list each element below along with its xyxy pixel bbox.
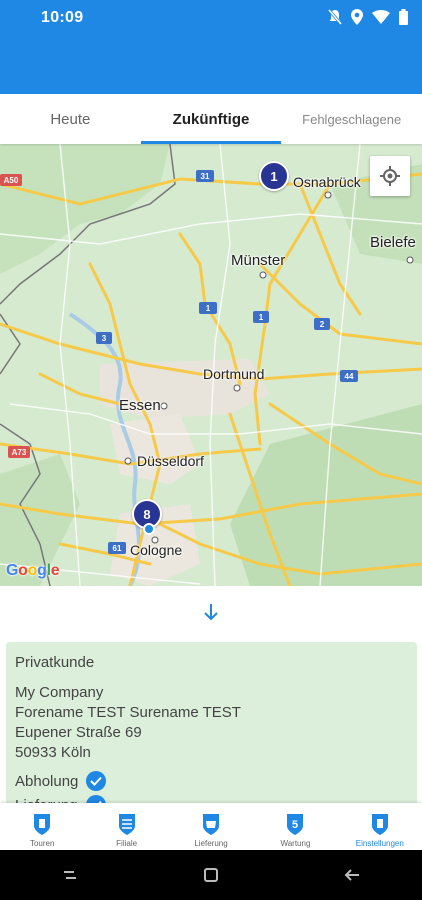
map-marker-stop[interactable]: 1: [259, 161, 289, 191]
route-icon: [34, 814, 51, 835]
nav-label: Wartung: [280, 839, 311, 848]
nav-label: Einstellungen: [355, 839, 404, 848]
nav-item-einstellungen[interactable]: Einstellungen: [338, 803, 422, 850]
recents-icon[interactable]: [60, 865, 80, 885]
nav-item-wartung[interactable]: 5 Wartung: [253, 803, 337, 850]
settings-icon: [371, 814, 388, 835]
service-label: Abholung: [15, 772, 79, 790]
nav-label: Filiale: [116, 839, 138, 848]
city-label-cologne: Cologne: [130, 542, 183, 558]
road-1-north: 1: [206, 304, 211, 313]
home-icon[interactable]: [201, 865, 221, 885]
road-3: 3: [102, 334, 107, 343]
customer-name: Forename TEST Surename TEST: [15, 704, 241, 721]
google-attribution: Google: [6, 562, 60, 579]
road-61: 61: [113, 544, 122, 553]
back-icon[interactable]: [342, 865, 362, 885]
service-abholung: Abholung: [15, 771, 107, 791]
nav-label: Lieferung: [194, 839, 228, 848]
arrow-down-icon[interactable]: [200, 601, 222, 623]
customer-type: Privatkunde: [15, 654, 95, 671]
my-location-button[interactable]: [370, 156, 410, 196]
road-a50: A50: [4, 176, 19, 185]
check-icon: [86, 771, 107, 791]
street-address: Eupener Straße 69: [15, 724, 142, 741]
road-a73: A73: [12, 448, 27, 457]
current-location-dot: [143, 523, 155, 535]
wifi-icon: [372, 10, 390, 24]
road-2: 2: [320, 320, 325, 329]
city-address: 50933 Köln: [15, 744, 91, 761]
status-bar: 10:09: [0, 0, 422, 36]
status-time: 10:09: [41, 9, 84, 26]
map-view[interactable]: A50 31 1 2 3 44 A73 61 1 Osnabrück Münst…: [0, 144, 422, 586]
bottom-navigation: Touren Filiale Lieferung 5 Wartung Einst…: [0, 803, 422, 850]
maintenance-icon: 5: [287, 814, 304, 835]
tab-zukuenftige[interactable]: Zukünftige: [140, 94, 282, 144]
mute-icon: [328, 9, 342, 25]
location-icon: [351, 9, 363, 25]
road-31: 31: [201, 172, 210, 181]
delivery-icon: [203, 814, 220, 835]
tab-bar: Heute Zukünftige Fehlgeschlagene: [0, 94, 422, 144]
road-1: 1: [259, 313, 264, 322]
road-44: 44: [345, 372, 354, 381]
city-label-essen: Essen: [119, 397, 161, 414]
nav-item-filiale[interactable]: Filiale: [84, 803, 168, 850]
city-label-muenster: Münster: [231, 252, 286, 269]
tab-heute[interactable]: Heute: [0, 94, 141, 144]
city-label-osnabrueck: Osnabrück: [293, 174, 361, 190]
nav-item-lieferung[interactable]: Lieferung: [169, 803, 253, 850]
crosshair-icon: [380, 166, 400, 186]
tab-fehlgeschlagene[interactable]: Fehlgeschlagene: [281, 94, 422, 144]
delivery-card[interactable]: Privatkunde My Company Forename TEST Sur…: [6, 642, 417, 812]
map-canvas: A50 31 1 2 3 44 A73 61 1: [0, 144, 422, 586]
city-label-dortmund: Dortmund: [203, 366, 265, 382]
system-navigation-bar: [0, 850, 422, 900]
app-bar: [0, 36, 422, 94]
store-icon: [118, 814, 135, 835]
nav-label: Touren: [29, 839, 55, 848]
nav-item-touren[interactable]: Touren: [0, 803, 84, 850]
city-label-bielefeld: Bielefe: [370, 234, 416, 251]
status-icons: [328, 9, 408, 25]
company-name: My Company: [15, 684, 104, 701]
city-label-duesseldorf: Düsseldorf: [137, 453, 204, 469]
battery-icon: [399, 9, 408, 25]
svg-text:5: 5: [292, 819, 298, 831]
